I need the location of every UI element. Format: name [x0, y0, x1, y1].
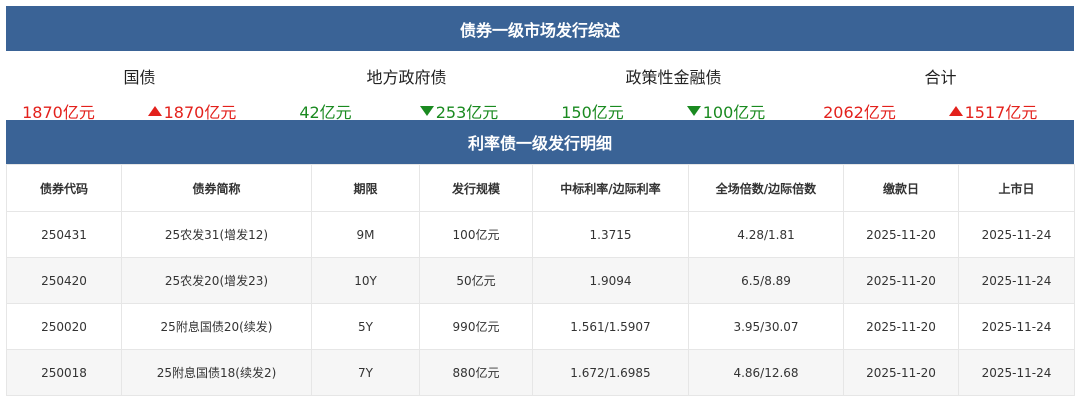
- table-cell: 1.3715: [532, 211, 689, 258]
- triangle-up-icon: [147, 106, 162, 116]
- table-header-row: 债券代码 债券简称 期限 发行规模 中标利率/边际利率 全场倍数/边际倍数 缴款…: [6, 164, 1075, 212]
- table-cell: 250420: [6, 257, 122, 304]
- table-cell: 1.9094: [532, 257, 689, 304]
- table-cell: 2025-11-20: [843, 349, 959, 396]
- table-cell: 250020: [6, 303, 122, 350]
- column-header: 中标利率/边际利率: [532, 164, 689, 212]
- table-cell: 10Y: [311, 257, 420, 304]
- column-header: 上市日: [958, 164, 1075, 212]
- summary-label: 地方政府债: [366, 68, 447, 87]
- summary-label: 合计: [924, 68, 957, 87]
- issuance-table: 债券代码 债券简称 期限 发行规模 中标利率/边际利率 全场倍数/边际倍数 缴款…: [6, 164, 1075, 396]
- table-row: 250018 25附息国债18(续发2) 7Y 880亿元 1.672/1.69…: [6, 349, 1075, 396]
- table-cell: 2025-11-20: [843, 211, 959, 258]
- table-cell: 2025-11-24: [958, 303, 1075, 350]
- summary-item-total: 合计 2062亿元 1517亿元: [807, 51, 1074, 122]
- summary-label: 国债: [123, 68, 156, 87]
- overview-title: 债券一级市场发行综述: [459, 20, 620, 40]
- summary-item-local-gov: 地方政府债 42亿元 253亿元: [273, 51, 540, 122]
- triangle-down-icon: [419, 106, 434, 116]
- table-cell: 7Y: [311, 349, 420, 396]
- table-cell: 25农发20(增发23): [121, 257, 312, 304]
- table-cell: 250431: [6, 211, 122, 258]
- detail-header: 利率债一级发行明细: [6, 120, 1074, 164]
- summary-item-policy-bank: 政策性金融债 150亿元 100亿元: [540, 51, 807, 122]
- triangle-up-icon: [948, 106, 963, 116]
- page: 债券一级市场发行综述 国债 1870亿元 1870亿元 地方政府债 42亿元 2…: [0, 0, 1080, 402]
- summary-item-treasury: 国债 1870亿元 1870亿元: [6, 51, 273, 122]
- table-cell: 2025-11-24: [958, 211, 1075, 258]
- column-header: 全场倍数/边际倍数: [688, 164, 844, 212]
- column-header: 债券简称: [121, 164, 312, 212]
- column-header: 债券代码: [6, 164, 122, 212]
- table-cell: 50亿元: [419, 257, 533, 304]
- table-cell: 990亿元: [419, 303, 533, 350]
- table-cell: 25附息国债18(续发2): [121, 349, 312, 396]
- table-cell: 25附息国债20(续发): [121, 303, 312, 350]
- table-cell: 2025-11-24: [958, 257, 1075, 304]
- table-cell: 9M: [311, 211, 420, 258]
- summary-label: 政策性金融债: [625, 68, 722, 87]
- column-header: 发行规模: [419, 164, 533, 212]
- table-cell: 1.672/1.6985: [532, 349, 689, 396]
- table-cell: 880亿元: [419, 349, 533, 396]
- table-cell: 250018: [6, 349, 122, 396]
- table-cell: 1.561/1.5907: [532, 303, 689, 350]
- table-cell: 4.28/1.81: [688, 211, 844, 258]
- table-row: 250020 25附息国债20(续发) 5Y 990亿元 1.561/1.590…: [6, 303, 1075, 350]
- table-cell: 2025-11-20: [843, 257, 959, 304]
- summary-panel: 国债 1870亿元 1870亿元 地方政府债 42亿元 253亿元 政策性金融债…: [6, 51, 1074, 122]
- triangle-down-icon: [686, 106, 701, 116]
- overview-header: 债券一级市场发行综述: [6, 6, 1074, 51]
- column-header: 期限: [311, 164, 420, 212]
- table-cell: 4.86/12.68: [688, 349, 844, 396]
- table-cell: 2025-11-20: [843, 303, 959, 350]
- table-cell: 100亿元: [419, 211, 533, 258]
- table-row: 250420 25农发20(增发23) 10Y 50亿元 1.9094 6.5/…: [6, 257, 1075, 304]
- table-cell: 2025-11-24: [958, 349, 1075, 396]
- table-cell: 5Y: [311, 303, 420, 350]
- table-cell: 25农发31(增发12): [121, 211, 312, 258]
- table-cell: 3.95/30.07: [688, 303, 844, 350]
- table-row: 250431 25农发31(增发12) 9M 100亿元 1.3715 4.28…: [6, 211, 1075, 258]
- detail-title: 利率债一级发行明细: [467, 134, 612, 153]
- column-header: 缴款日: [843, 164, 959, 212]
- table-cell: 6.5/8.89: [688, 257, 844, 304]
